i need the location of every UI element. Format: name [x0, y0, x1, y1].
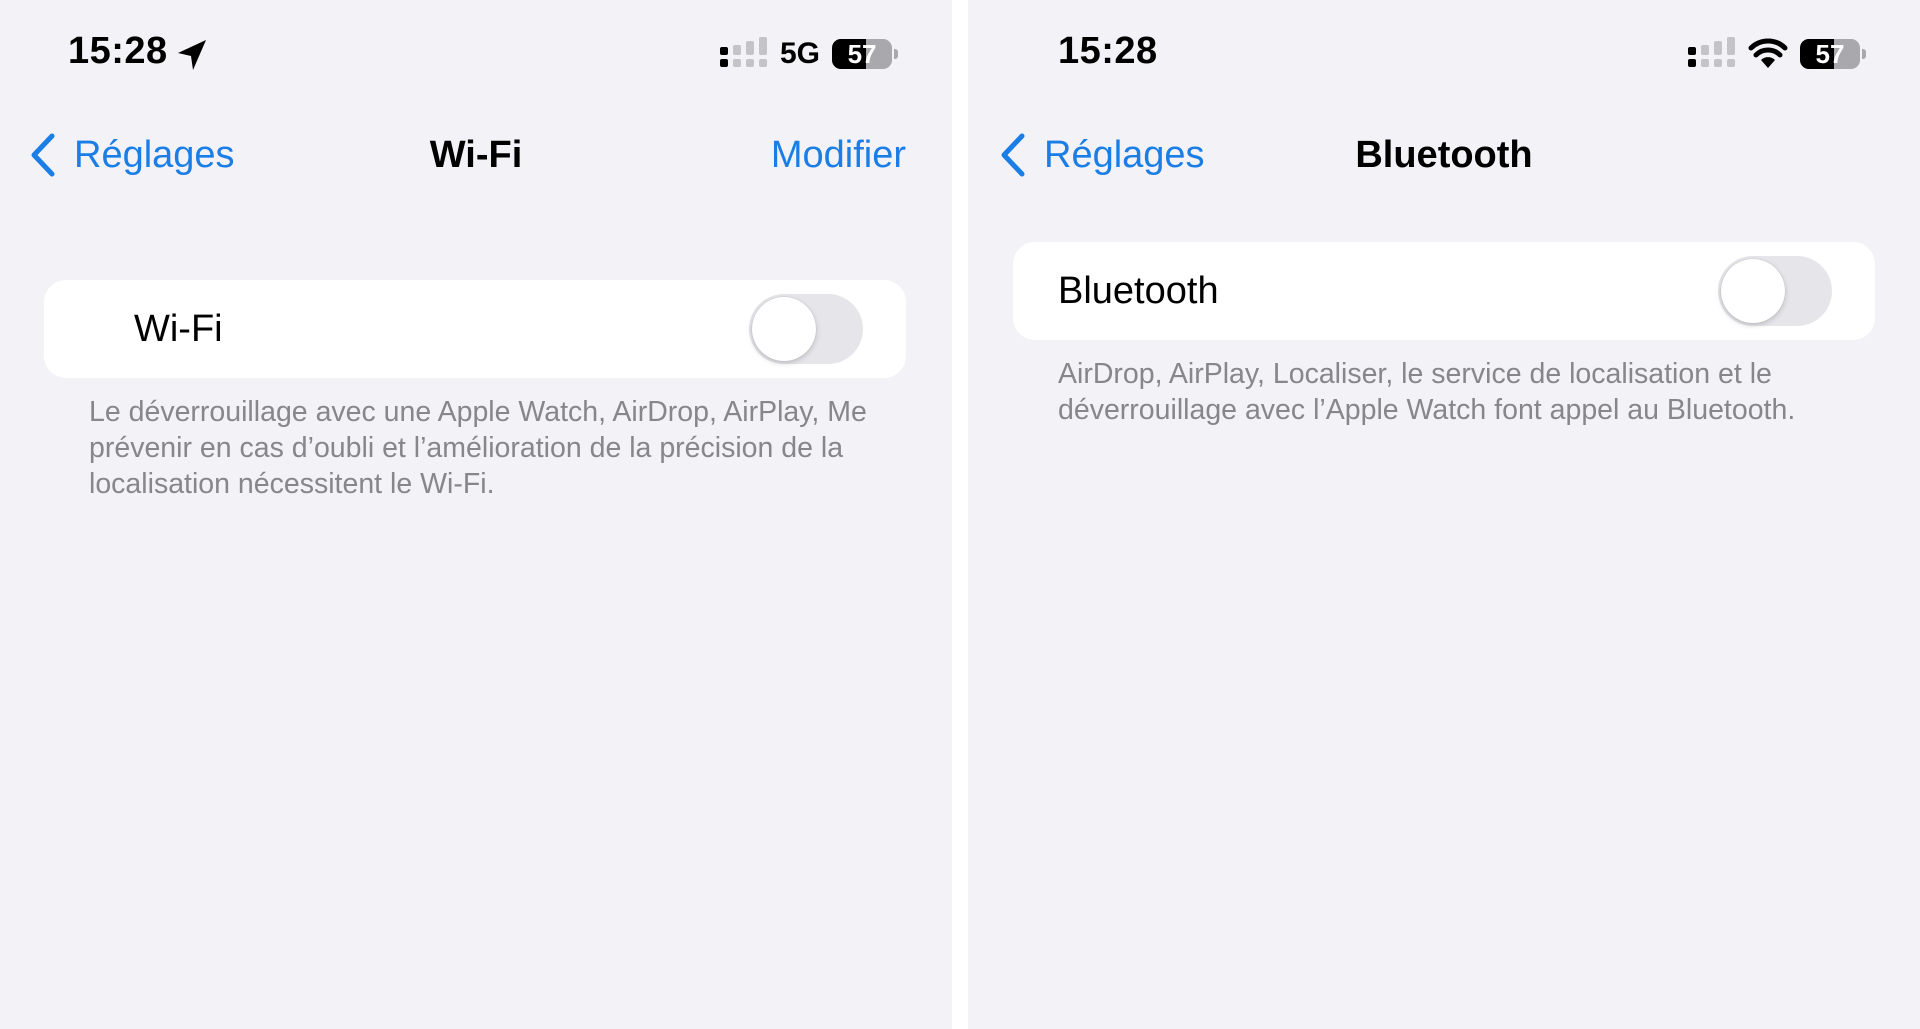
- bluetooth-toggle-cell: Bluetooth: [1013, 242, 1875, 340]
- screen-divider: [952, 0, 968, 1029]
- wifi-icon: [1748, 38, 1788, 68]
- bluetooth-footer-text: AirDrop, AirPlay, Localiser, le service …: [1058, 358, 1796, 426]
- wifi-footer-text: Le déverrouillage avec une Apple Watch, …: [89, 396, 867, 500]
- wifi-settings-screen: 15:28 5G 57 Réglages Wi-Fi Modifier Wi-F…: [0, 0, 952, 1029]
- toggle-knob: [1721, 259, 1785, 323]
- bluetooth-settings-screen: 15:28 57 Réglages Bluetooth Bluetooth Ai…: [968, 0, 1920, 1029]
- chevron-left-icon: [1001, 133, 1025, 177]
- network-type-label: 5G: [780, 37, 821, 70]
- back-button[interactable]: Réglages: [998, 125, 1205, 185]
- bluetooth-toggle-label: Bluetooth: [1058, 269, 1219, 312]
- back-label: Réglages: [1044, 133, 1205, 176]
- wifi-toggle[interactable]: [749, 294, 863, 364]
- battery-nub: [1862, 49, 1866, 59]
- wifi-toggle-label: Wi-Fi: [134, 307, 223, 350]
- bluetooth-toggle[interactable]: [1718, 256, 1832, 326]
- back-label: Réglages: [74, 133, 235, 176]
- wifi-toggle-cell: Wi-Fi: [44, 280, 906, 378]
- back-button[interactable]: Réglages: [28, 125, 235, 185]
- battery-nub: [894, 49, 899, 59]
- nav-bar: Réglages Bluetooth: [968, 125, 1920, 185]
- edit-button[interactable]: Modifier: [771, 125, 906, 185]
- battery-percent: 57: [1815, 39, 1845, 69]
- battery-indicator: 57: [832, 39, 893, 69]
- cellular-signal-icon: [1688, 37, 1735, 67]
- status-time: 15:28: [68, 30, 168, 72]
- chevron-left-icon: [31, 133, 55, 177]
- nav-bar: Réglages Wi-Fi Modifier: [0, 125, 952, 185]
- status-time: 15:28: [1058, 30, 1158, 72]
- battery-percent: 57: [847, 39, 877, 69]
- location-arrow-icon: [178, 40, 206, 70]
- battery-indicator: 57: [1800, 39, 1860, 69]
- status-indicators: 5G 57: [720, 34, 899, 74]
- status-indicators: 57: [1688, 34, 1866, 74]
- cellular-signal-icon: [720, 37, 767, 67]
- toggle-knob: [752, 297, 816, 361]
